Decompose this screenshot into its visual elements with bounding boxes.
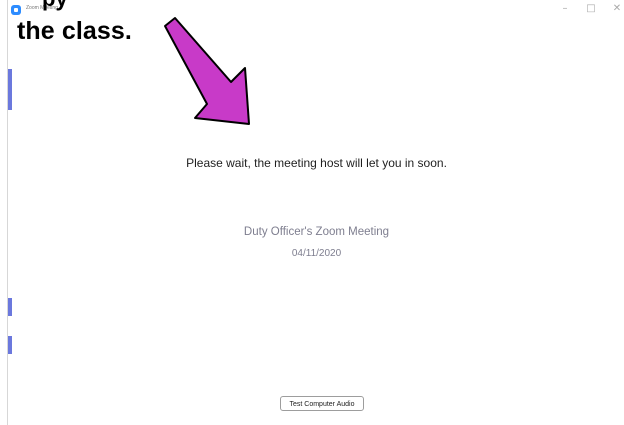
zoom-waiting-room-window: Zoom Meeting – □ ✕ Please wait, the meet… [7, 0, 624, 425]
waiting-room-message: Please wait, the meeting host will let y… [186, 156, 447, 170]
left-edge-accent [8, 298, 12, 316]
overlay-caption: the class. [17, 17, 132, 45]
meeting-date: 04/11/2020 [291, 248, 342, 259]
left-edge-accent [8, 69, 12, 110]
window-controls: – □ ✕ [559, 3, 623, 15]
maximize-button[interactable]: □ [585, 3, 597, 15]
test-computer-audio-button[interactable]: Test Computer Audio [280, 396, 364, 411]
zoom-app-icon [11, 5, 21, 15]
meeting-title: Duty Officer's Zoom Meeting [243, 226, 390, 238]
close-button[interactable]: ✕ [611, 3, 623, 15]
pointer-arrow-icon [164, 17, 250, 125]
overlay-top-cut-text: py [42, 0, 68, 12]
minimize-button[interactable]: – [559, 3, 571, 15]
left-edge-accent [8, 336, 12, 354]
screenshot-page: Zoom Meeting – □ ✕ Please wait, the meet… [0, 0, 624, 425]
arrow-shape [164, 17, 250, 125]
